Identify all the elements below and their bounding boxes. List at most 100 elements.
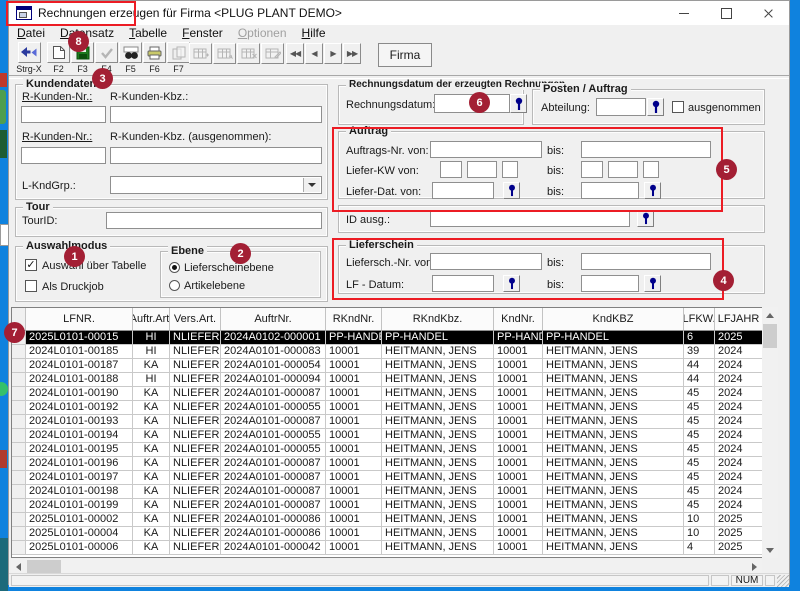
l-kndgrp-combobox[interactable]: [110, 176, 322, 194]
maximize-button[interactable]: [705, 1, 747, 25]
table-cell: KA: [133, 499, 170, 513]
r-kunden-nr-label[interactable]: R-Kunden-Nr.:: [22, 91, 92, 103]
menu-tabelle[interactable]: Tabelle: [129, 26, 167, 40]
row-selector[interactable]: [12, 443, 26, 457]
table-row[interactable]: 2024L0101-00185HINLIEFERUN(2024A0101-000…: [12, 345, 763, 359]
table-row[interactable]: 2025L0101-00015HINLIEFERUN(2024A0102-000…: [12, 331, 763, 345]
row-selector[interactable]: [12, 429, 26, 443]
table-cell: 2024A0101-000087: [221, 387, 326, 401]
table-row[interactable]: 2024L0101-00190KANLIEFERUN(2024A0101-000…: [12, 387, 763, 401]
row-selector[interactable]: [12, 541, 26, 555]
ausgenommen-label[interactable]: ausgenommen: [688, 102, 761, 114]
firma-button[interactable]: Firma: [378, 43, 432, 67]
artikelebene-label[interactable]: Artikelebene: [184, 280, 245, 292]
table-cell: 10001: [326, 429, 382, 443]
auswahl-ueber-tabelle-checkbox[interactable]: [25, 259, 37, 271]
menu-fenster[interactable]: Fenster: [182, 26, 223, 40]
r-kunden-nr-input[interactable]: [21, 106, 106, 123]
row-selector[interactable]: [12, 345, 26, 359]
abteilung-input[interactable]: [596, 98, 646, 116]
table-cell: NLIEFERUN(: [170, 541, 221, 555]
minimize-button[interactable]: [663, 1, 705, 25]
close-button[interactable]: [747, 1, 789, 25]
row-selector[interactable]: [12, 485, 26, 499]
r-kunden-nr2-label[interactable]: R-Kunden-Nr.:: [22, 131, 92, 143]
table-row[interactable]: 2024L0101-00188HINLIEFERUN(2024A0101-000…: [12, 373, 763, 387]
menu-datei[interactable]: Datei: [17, 26, 45, 40]
tourid-input[interactable]: [106, 212, 322, 229]
horizontal-scrollbar[interactable]: [11, 559, 762, 574]
table-row[interactable]: 2024L0101-00198KANLIEFERUN(2024A0101-000…: [12, 485, 763, 499]
scroll-up-button[interactable]: [762, 307, 778, 323]
scroll-right-button[interactable]: [747, 559, 762, 574]
table-row[interactable]: 2025L0101-00004KANLIEFERUN(2024A0101-000…: [12, 527, 763, 541]
table-cell: 2024L0101-00199: [26, 499, 133, 513]
als-druckjob-label[interactable]: Als Druckjob: [42, 281, 104, 293]
row-selector[interactable]: [12, 359, 26, 373]
nav-last-button[interactable]: ▶▶: [343, 43, 361, 64]
auswahl-ueber-tabelle-label[interactable]: Auswahl über Tabelle: [42, 260, 146, 272]
r-kunden-nr2-input[interactable]: [21, 147, 106, 164]
print-button[interactable]: [143, 42, 166, 63]
r-kunden-kbz-ausgenommen-input[interactable]: [110, 147, 322, 164]
row-selector[interactable]: [12, 401, 26, 415]
row-selector[interactable]: [12, 387, 26, 401]
column-header[interactable]: Vers.Art.: [170, 308, 221, 331]
lieferscheinebene-radio[interactable]: [169, 262, 180, 273]
table-row[interactable]: 2024L0101-00187KANLIEFERUN(2024A0101-000…: [12, 359, 763, 373]
table-cell: 10001: [494, 457, 543, 471]
table-cell: 2024A0101-000055: [221, 429, 326, 443]
combobox-drop-button[interactable]: [303, 178, 320, 192]
search-button[interactable]: [119, 42, 142, 63]
id-ausg-label: ID ausg.:: [346, 214, 390, 226]
als-druckjob-checkbox[interactable]: [25, 280, 37, 292]
column-header[interactable]: AuftrNr.: [221, 308, 326, 331]
table-row[interactable]: 2024L0101-00192KANLIEFERUN(2024A0101-000…: [12, 401, 763, 415]
id-ausg-lookup-button[interactable]: [637, 210, 654, 227]
table-row[interactable]: 2025L0101-00002KANLIEFERUN(2024A0101-000…: [12, 513, 763, 527]
vertical-scrollbar[interactable]: [762, 307, 778, 558]
abteilung-lookup-button[interactable]: [647, 98, 664, 116]
table-cell: HEITMANN, JENS: [543, 387, 684, 401]
table-row[interactable]: 2025L0101-00006KANLIEFERUN(2024A0101-000…: [12, 541, 763, 555]
row-selector[interactable]: [12, 457, 26, 471]
r-kunden-kbz-input[interactable]: [110, 106, 322, 123]
menu-hilfe[interactable]: Hilfe: [302, 26, 326, 40]
column-header[interactable]: RKndNr.: [326, 308, 382, 331]
row-selector[interactable]: [12, 471, 26, 485]
resize-grip[interactable]: [777, 575, 789, 587]
table-row[interactable]: 2024L0101-00194KANLIEFERUN(2024A0101-000…: [12, 429, 763, 443]
row-selector[interactable]: [12, 527, 26, 541]
horizontal-scroll-thumb[interactable]: [27, 560, 61, 573]
id-ausg-input[interactable]: [430, 210, 630, 227]
table-row[interactable]: 2024L0101-00197KANLIEFERUN(2024A0101-000…: [12, 471, 763, 485]
ausgenommen-checkbox[interactable]: [672, 101, 684, 113]
chevron-down-icon: [308, 183, 316, 187]
column-header[interactable]: LFNR.: [26, 308, 133, 331]
row-selector[interactable]: [12, 415, 26, 429]
column-header[interactable]: KndNr.: [494, 308, 543, 331]
column-header[interactable]: RKndKbz.: [382, 308, 494, 331]
exit-button[interactable]: [18, 42, 41, 63]
lieferscheinebene-label[interactable]: Lieferscheinebene: [184, 262, 274, 274]
table-row[interactable]: 2024L0101-00196KANLIEFERUN(2024A0101-000…: [12, 457, 763, 471]
table-row[interactable]: 2024L0101-00195KANLIEFERUN(2024A0101-000…: [12, 443, 763, 457]
scroll-down-button[interactable]: [762, 542, 778, 558]
new-button[interactable]: [47, 42, 70, 63]
column-header[interactable]: KndKBZ: [543, 308, 684, 331]
artikelebene-radio[interactable]: [169, 280, 180, 291]
nav-first-button[interactable]: ◀◀: [286, 43, 304, 64]
vertical-scroll-thumb[interactable]: [763, 324, 777, 348]
table-row[interactable]: 2024L0101-00193KANLIEFERUN(2024A0101-000…: [12, 415, 763, 429]
scroll-left-button[interactable]: [11, 559, 26, 574]
row-selector[interactable]: [12, 499, 26, 513]
column-header[interactable]: Auftr.Art.: [133, 308, 170, 331]
row-selector[interactable]: [12, 513, 26, 527]
nav-next-button[interactable]: ▶: [324, 43, 342, 64]
column-header[interactable]: LFJAHR: [715, 308, 763, 331]
column-header[interactable]: LFKW.: [684, 308, 715, 331]
table-row[interactable]: 2024L0101-00199KANLIEFERUN(2024A0101-000…: [12, 499, 763, 513]
row-selector[interactable]: [12, 373, 26, 387]
rechnungsdatum-lookup-button[interactable]: [510, 94, 527, 113]
nav-prev-button[interactable]: ◀: [305, 43, 323, 64]
